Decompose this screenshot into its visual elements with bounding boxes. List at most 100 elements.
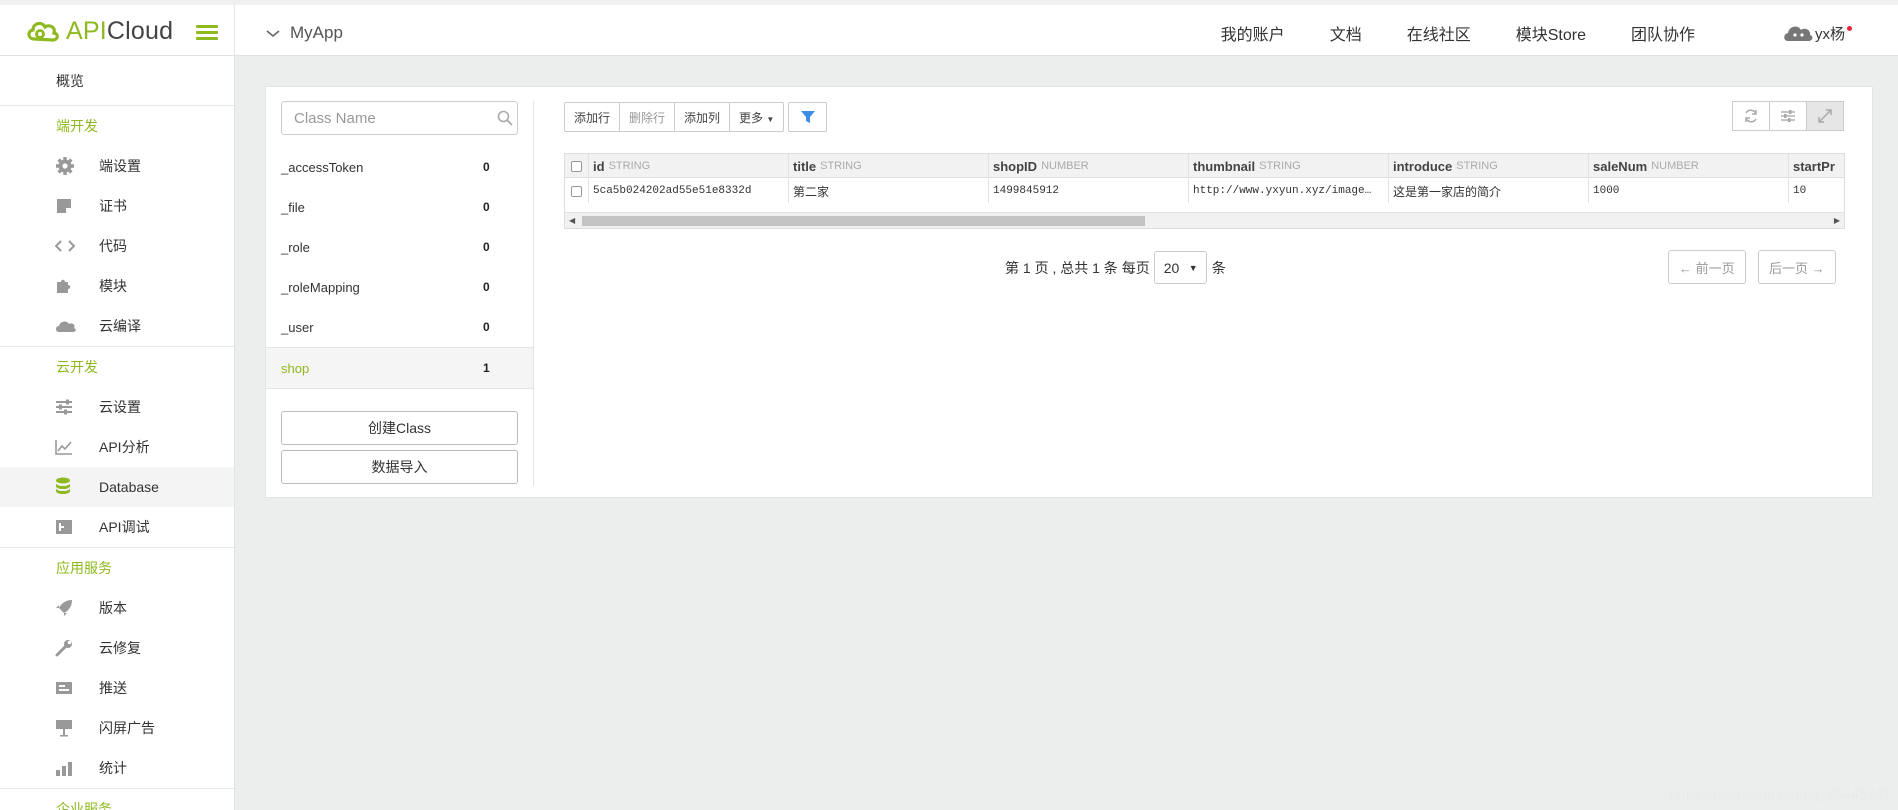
- column-header[interactable]: id STRING: [589, 154, 789, 178]
- user-name: yx杨: [1814, 25, 1845, 43]
- row-checkbox[interactable]: [571, 185, 582, 197]
- sidebar-item-label: 统计: [99, 760, 127, 776]
- column-header[interactable]: shopID NUMBER: [989, 154, 1189, 178]
- sidebar-item-label: 模块: [99, 278, 127, 294]
- next-page-button[interactable]: 后一页 →: [1758, 250, 1836, 284]
- table-cell[interactable]: http://www.yxyun.xyz/image…: [1189, 179, 1389, 203]
- database-icon: [56, 477, 70, 494]
- class-item[interactable]: _role 0: [266, 227, 533, 267]
- top-bar: APICloud MyApp 我的账户 文档 在线社区 模块Store 团队协作…: [0, 0, 1898, 61]
- column-header[interactable]: introduce STRING: [1389, 154, 1589, 178]
- nav-team[interactable]: 团队协作: [1631, 21, 1695, 45]
- pagination: 第 1 页 , 总共 1 条 每页 20 ▼ 条: [1005, 251, 1226, 284]
- push-icon: [56, 682, 72, 694]
- class-item-selected[interactable]: shop 1: [266, 347, 533, 389]
- create-class-button[interactable]: 创建Class: [281, 411, 518, 445]
- more-label: 更多: [739, 110, 764, 125]
- import-data-button[interactable]: 数据导入: [281, 450, 518, 484]
- sidebar-item-label: 端设置: [99, 158, 141, 174]
- divider: [533, 101, 534, 486]
- chevron-down-icon: [266, 25, 280, 41]
- table-cell[interactable]: 5ca5b024202ad55e51e8332d: [589, 179, 789, 203]
- certificate-icon: [57, 199, 71, 213]
- sidebar-item-client-settings[interactable]: 端设置: [0, 146, 234, 186]
- sidebar-item-hotfix[interactable]: 云修复: [0, 628, 234, 668]
- sidebar-item-cloud-build[interactable]: 云编译: [0, 306, 234, 346]
- column-header[interactable]: title STRING: [789, 154, 989, 178]
- nav-module-store[interactable]: 模块Store: [1516, 21, 1586, 45]
- horizontal-scrollbar[interactable]: ◀ ▶: [565, 212, 1844, 228]
- debug-icon: [56, 520, 72, 534]
- user-menu[interactable]: yx杨: [1783, 22, 1852, 44]
- refresh-button[interactable]: [1732, 101, 1770, 131]
- data-grid: id STRING title STRING shopID NUMBER thumbn…: [564, 153, 1845, 229]
- add-row-button[interactable]: 添加行: [564, 102, 621, 132]
- table-cell[interactable]: 1000: [1589, 179, 1789, 203]
- table-header: id STRING title STRING shopID NUMBER thumbn…: [565, 154, 1844, 178]
- sidebar-item-push[interactable]: 推送: [0, 668, 234, 708]
- class-item[interactable]: _user 0: [266, 307, 533, 347]
- scroll-thumb[interactable]: [582, 216, 1145, 226]
- line-chart-icon: [55, 440, 72, 455]
- table-cell[interactable]: 第二家: [789, 179, 989, 203]
- delete-row-button[interactable]: 删除行: [619, 102, 676, 132]
- column-settings-button[interactable]: [1769, 101, 1807, 131]
- sidebar-item-version[interactable]: 版本: [0, 588, 234, 628]
- sidebar-item-api-debug[interactable]: API调试: [0, 507, 234, 547]
- class-item[interactable]: _accessToken 0: [266, 147, 533, 187]
- database-panel: _accessToken0 _file0 _role0 _roleMapping…: [265, 86, 1873, 498]
- scroll-right-icon[interactable]: ▶: [1834, 216, 1840, 225]
- table-cell[interactable]: 10: [1789, 179, 1844, 203]
- sidebar-item-statistics[interactable]: 统计: [0, 748, 234, 788]
- class-item[interactable]: _file 0: [266, 187, 533, 227]
- class-item[interactable]: _roleMapping 0: [266, 267, 533, 307]
- sidebar-item-database[interactable]: Database: [0, 467, 234, 507]
- sidebar-item-modules[interactable]: 模块: [0, 266, 234, 306]
- nav-account[interactable]: 我的账户: [1221, 21, 1285, 45]
- sidebar-group-cloud-dev: 云开发: [56, 359, 98, 375]
- sidebar-item-label: 推送: [99, 680, 127, 696]
- sidebar-item-code[interactable]: 代码: [0, 226, 234, 266]
- sidebar-item-label: API调试: [99, 519, 150, 535]
- nav-community[interactable]: 在线社区: [1407, 21, 1471, 45]
- scroll-left-icon[interactable]: ◀: [569, 216, 575, 225]
- column-header[interactable]: startPr: [1789, 154, 1844, 178]
- sidebar-item-label: 云编译: [99, 318, 141, 334]
- avatar: [1784, 26, 1813, 41]
- nav-docs[interactable]: 文档: [1330, 21, 1362, 45]
- pagination-suffix: 条: [1211, 259, 1226, 276]
- add-column-button[interactable]: 添加列: [674, 102, 731, 132]
- filter-icon: [800, 111, 815, 123]
- column-header[interactable]: saleNum NUMBER: [1589, 154, 1789, 178]
- search-icon[interactable]: [493, 110, 517, 126]
- sidebar-item-cloud-settings[interactable]: 云设置: [0, 387, 234, 427]
- fullscreen-button[interactable]: [1806, 101, 1844, 131]
- sliders-icon: [1781, 110, 1795, 122]
- app-switcher[interactable]: MyApp: [266, 23, 343, 43]
- column-header[interactable]: thumbnail STRING: [1189, 154, 1389, 178]
- sidebar-item-overview[interactable]: 概览: [0, 56, 234, 106]
- filter-button[interactable]: [788, 102, 828, 132]
- sidebar-group-enterprise: 企业服务: [56, 801, 112, 810]
- apicloud-logo[interactable]: APICloud: [26, 15, 173, 47]
- table-row[interactable]: 5ca5b024202ad55e51e8332d 第二家 1499845912 …: [565, 179, 1844, 203]
- caret-down-icon: ▼: [1188, 262, 1198, 273]
- sidebar-item-api-analytics[interactable]: API分析: [0, 427, 234, 467]
- rocket-icon: [56, 600, 72, 616]
- class-search-input[interactable]: [282, 109, 493, 127]
- cloud-icon: [56, 321, 76, 332]
- sidebar-item-label: 证书: [99, 198, 127, 214]
- menu-toggle-icon[interactable]: [196, 25, 218, 41]
- sidebar-item-certificate[interactable]: 证书: [0, 186, 234, 226]
- prev-page-button[interactable]: ← 前一页: [1668, 250, 1746, 284]
- more-dropdown[interactable]: 更多 ▼: [729, 102, 785, 132]
- bar-chart-icon: [56, 762, 72, 776]
- select-all-checkbox[interactable]: [571, 160, 582, 172]
- class-list: _accessToken 0 _file 0 _role 0 _roleMapping…: [266, 147, 533, 389]
- page-size-select[interactable]: 20 ▼: [1153, 251, 1207, 284]
- sidebar-item-splash-ad[interactable]: 闪屏广告: [0, 708, 234, 748]
- table-cell[interactable]: 1499845912: [989, 179, 1189, 203]
- sidebar-group-app-services: 应用服务: [56, 560, 112, 576]
- table-cell[interactable]: 这是第一家店的简介: [1389, 179, 1589, 203]
- sidebar-item-label: 概览: [56, 72, 84, 89]
